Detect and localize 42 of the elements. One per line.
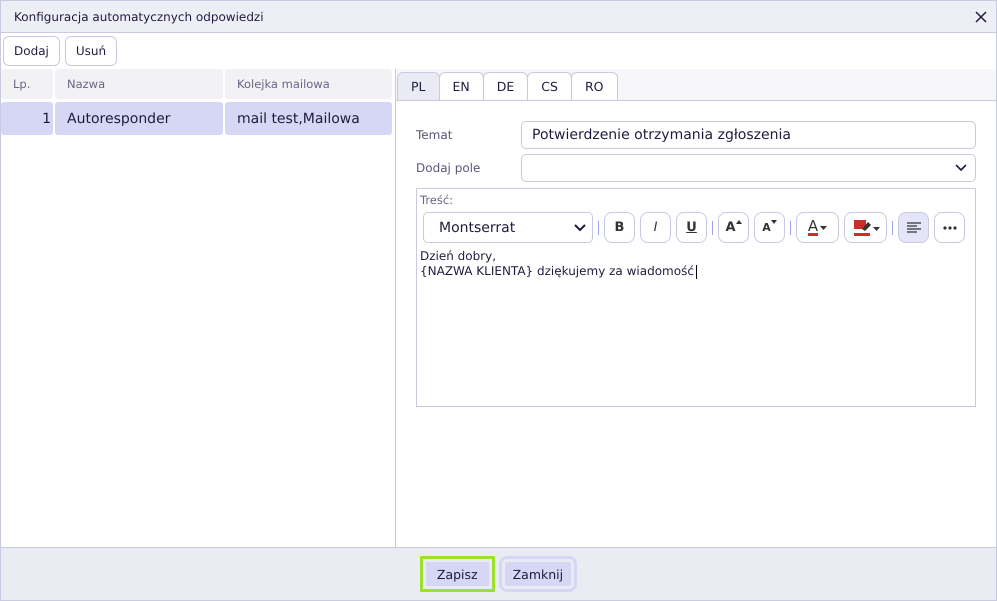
column-header: Nazwa [55,69,223,99]
subject-field[interactable]: Potwierdzenie otrzymania zgłoszenia [521,121,976,149]
language-tab[interactable]: EN [438,72,484,100]
language-tab[interactable]: PL [397,72,440,100]
editor-text-line: {NAZWA KLIENTA} dziękujemy za wiadomość [420,264,972,279]
field-label: Treść: [420,193,454,207]
footer-button[interactable]: Zapisz [420,556,495,592]
down-triangle-icon [770,220,777,225]
table-cell[interactable]: 1 [1,102,53,135]
editor-text-line: Dzień dobry, [420,249,498,264]
highlighter-icon [852,218,880,236]
field-label: Temat [416,128,454,142]
font-size-decrease-button[interactable]: A [754,212,785,243]
font-dropdown[interactable]: Montserrat [423,212,593,243]
language-tab[interactable]: DE [482,72,528,100]
column-header: Kolejka mailowa [225,69,392,99]
toolbar-button[interactable]: Usuń [64,36,118,66]
field-label: Dodaj pole [416,161,482,175]
chevron-down-icon [574,224,586,232]
footer-button[interactable]: Zamknij [498,556,578,592]
window-title: Konfiguracja automatycznych odpowiedzi [14,10,264,24]
toolbar-button[interactable]: Dodaj [3,36,60,66]
align-left-icon [906,222,920,234]
column-header: Lp. [1,69,53,99]
table-cell[interactable]: Autoresponder [55,102,223,135]
text-color-button[interactable]: A [796,212,839,243]
add-field-dropdown[interactable] [521,154,976,182]
table-cell[interactable]: mail test,Mailowa [225,102,392,135]
highlight-color-button[interactable] [844,212,887,243]
language-tab[interactable]: RO [570,72,618,100]
underline-button[interactable]: U [676,212,707,243]
align-left-button[interactable] [898,212,929,243]
more-icon [942,226,956,230]
up-triangle-icon [736,220,742,225]
caret-icon [820,226,828,230]
italic-button[interactable]: I [640,212,671,243]
font-size-increase-button[interactable]: A [718,212,749,243]
close-icon[interactable] [974,10,988,24]
bold-button[interactable]: B [604,212,635,243]
chevron-down-icon [955,164,967,172]
language-tab[interactable]: CS [527,72,572,100]
more-options-button[interactable] [934,212,965,243]
